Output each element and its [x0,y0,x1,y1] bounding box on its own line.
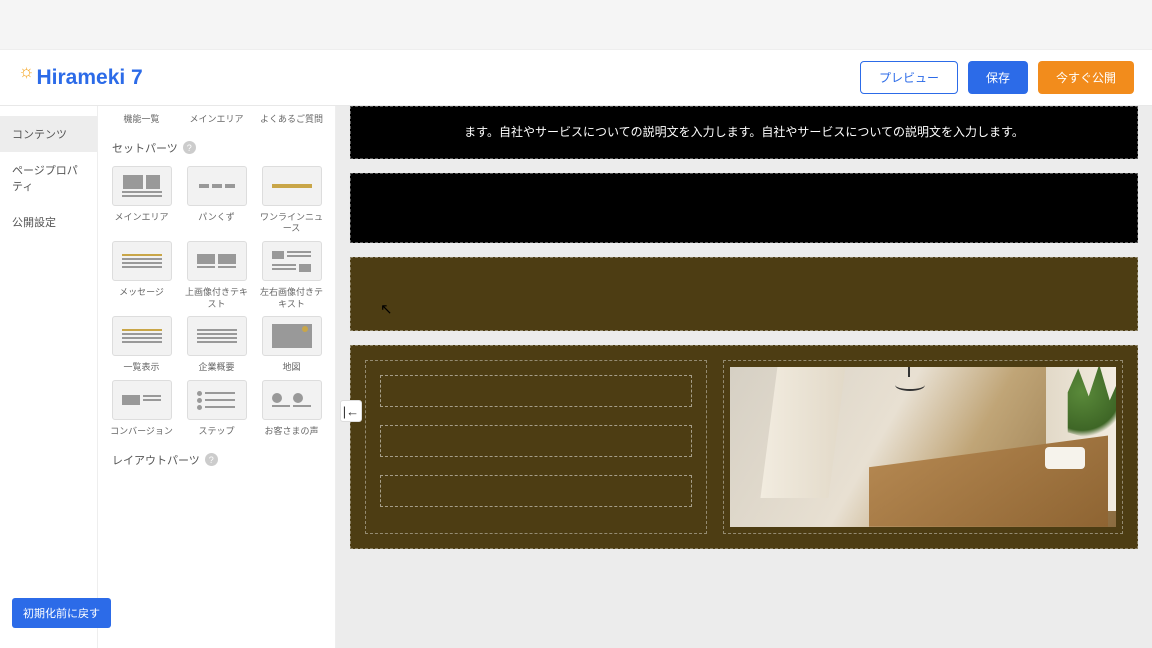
hero-block[interactable]: ます。自社やサービスについての説明文を入力します。自社やサービスについての説明文… [350,106,1138,159]
parts-panel: 機能一覧 メインエリア よくあるご質問 セットパーツ ? メインエリア パンくず… [98,106,336,648]
part-breadcrumb[interactable]: パンくず [183,166,250,235]
help-icon-2[interactable]: ? [205,453,218,466]
publish-button[interactable]: 今すぐ公開 [1038,61,1134,94]
part-image-lr-text[interactable]: 左右画像付きテキスト [258,241,325,310]
reset-button[interactable]: 初期化前に戻す [12,598,111,628]
section-layout-parts: レイアウトパーツ ? [112,452,325,468]
part-main-area-top[interactable]: メインエリア [183,114,250,126]
main-area: コンテンツ ページプロパティ 公開設定 機能一覧 メインエリア よくあるご質問 … [0,106,1152,648]
input-slot-1[interactable] [380,375,692,407]
part-message[interactable]: メッセージ [108,241,175,310]
top-parts-row: 機能一覧 メインエリア よくあるご質問 [108,114,325,126]
part-feature-list[interactable]: 機能一覧 [108,114,175,126]
form-placeholder[interactable] [365,360,707,534]
logo-mark: H [37,66,52,90]
preview-button[interactable]: プレビュー [860,61,958,94]
canvas: ます。自社やサービスについての説明文を入力します。自社やサービスについての説明文… [336,106,1152,648]
help-icon[interactable]: ? [183,141,196,154]
app-header: ☼ Hirameki 7 プレビュー 保存 今すぐ公開 [0,50,1152,106]
logo-text: irameki 7 [52,66,143,90]
olive-block-1[interactable] [350,257,1138,331]
olive-block-2[interactable] [350,345,1138,549]
input-slot-2[interactable] [380,425,692,457]
leftnav-item-page-properties[interactable]: ページプロパティ [0,152,97,204]
part-step[interactable]: ステップ [183,380,250,438]
leftnav-item-contents[interactable]: コンテンツ [0,116,97,152]
dark-block-2[interactable] [350,173,1138,243]
leftnav: コンテンツ ページプロパティ 公開設定 [0,106,98,648]
save-button[interactable]: 保存 [968,61,1028,94]
collapse-panel-button[interactable]: |← [340,400,362,422]
part-oneline-news[interactable]: ワンラインニュース [258,166,325,235]
browser-chrome [0,0,1152,50]
part-main-area[interactable]: メインエリア [108,166,175,235]
part-image-top-text[interactable]: 上画像付きテキスト [183,241,250,310]
part-conversion[interactable]: コンバージョン [108,380,175,438]
leftnav-item-publish-settings[interactable]: 公開設定 [0,204,97,240]
part-faq[interactable]: よくあるご質問 [258,114,325,126]
part-company-overview[interactable]: 企業概要 [183,316,250,374]
part-map[interactable]: 地図 [258,316,325,374]
logo-icon: ☼ [18,61,35,82]
image-placeholder[interactable] [723,360,1123,534]
input-slot-3[interactable] [380,475,692,507]
header-buttons: プレビュー 保存 今すぐ公開 [860,61,1134,94]
room-image [730,367,1116,527]
logo[interactable]: ☼ Hirameki 7 [18,66,143,90]
cursor-icon: ↖ [380,300,393,318]
part-list-display[interactable]: 一覧表示 [108,316,175,374]
section-set-parts: セットパーツ ? [112,140,325,156]
part-testimonial[interactable]: お客さまの声 [258,380,325,438]
